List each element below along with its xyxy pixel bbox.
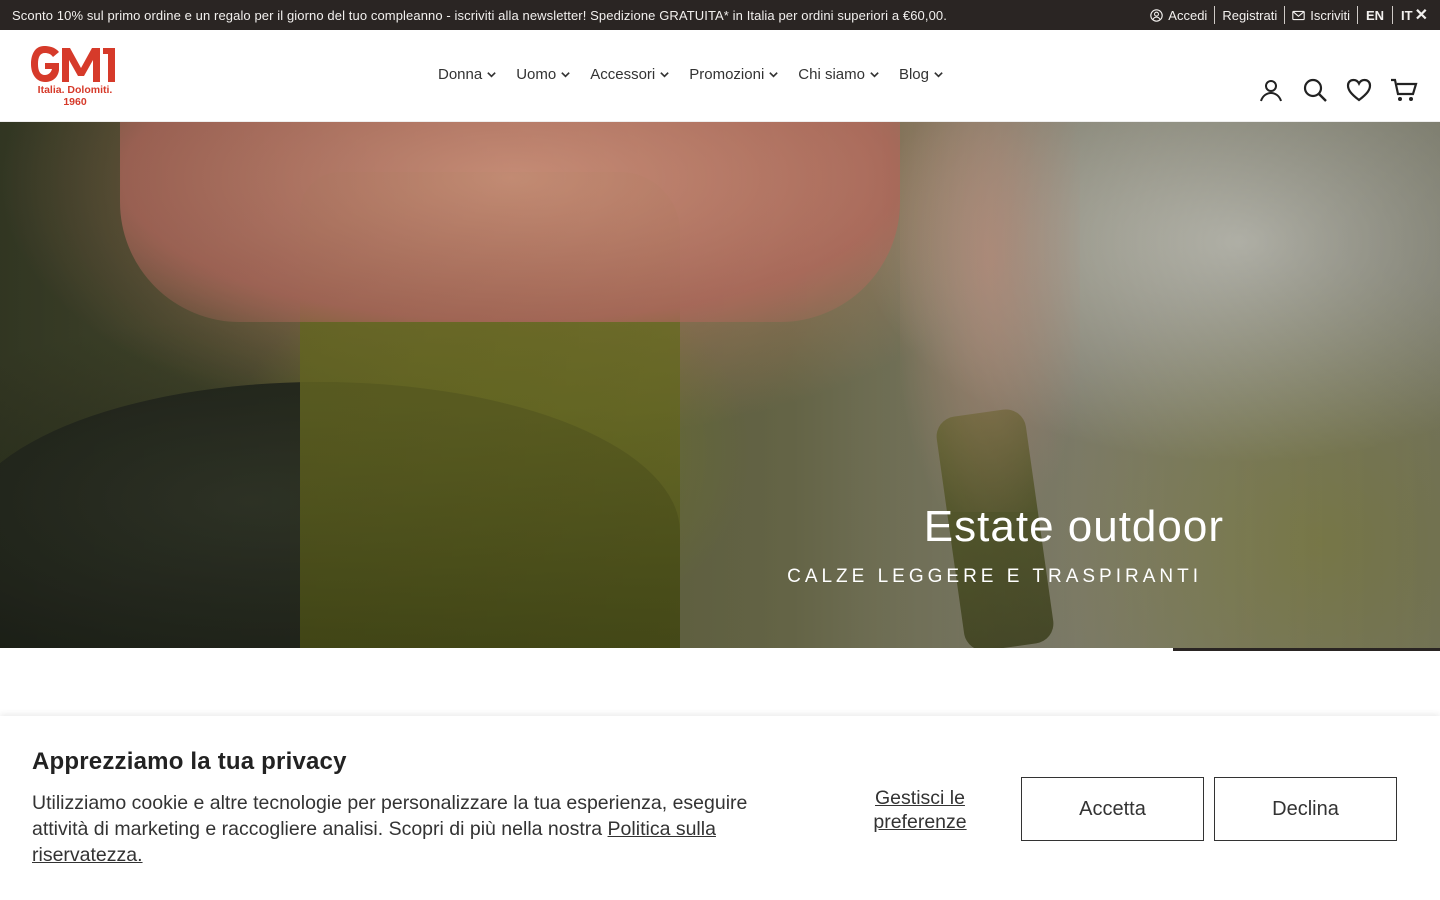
cookie-title: Apprezziamo la tua privacy (32, 748, 347, 775)
nav-label: Chi siamo (798, 66, 865, 83)
nav-label: Donna (438, 66, 483, 83)
login-label: Accedi (1168, 7, 1208, 23)
account-icon[interactable] (1258, 77, 1284, 103)
nav-item-uomo[interactable]: Uomo (516, 66, 571, 83)
nav-label: Uomo (516, 66, 557, 83)
decline-button[interactable]: Declina (1214, 777, 1397, 841)
top-links: Accedi Registrati Iscriviti EN IT ✕ (1143, 0, 1428, 30)
cookie-banner: Apprezziamo la tua privacy Utilizziamo c… (0, 716, 1440, 900)
nav-item-donna[interactable]: Donna (438, 66, 497, 83)
subscribe-label: Iscriviti (1310, 7, 1350, 23)
cart-icon[interactable] (1390, 77, 1418, 103)
brand-logo[interactable]: Italia. Dolomiti. 1960 (29, 44, 121, 110)
main-nav: Donna Uomo Accessori Promozioni Chi siam… (438, 66, 944, 83)
close-icon[interactable]: ✕ (1415, 5, 1428, 25)
manage-preferences-link[interactable]: Gestisci le preferenze (866, 786, 974, 834)
cookie-text: Utilizziamo cookie e altre tecnologie pe… (32, 790, 772, 868)
register-label: Registrati (1222, 7, 1278, 23)
chevron-down-icon (487, 72, 496, 78)
nav-label: Blog (898, 66, 929, 83)
nav-item-accessori[interactable]: Accessori (590, 66, 670, 83)
hero-overlay (0, 122, 1440, 648)
chevron-down-icon (561, 72, 570, 78)
chevron-down-icon (870, 72, 879, 78)
chevron-down-icon (660, 72, 670, 78)
announcement-bar: Sconto 10% sul primo ordine e un regalo … (0, 0, 1440, 30)
site-header: Italia. Dolomiti. 1960 Donna Uomo Access… (0, 30, 1440, 122)
hero-subtitle: CALZE LEGGERE E TRASPIRANTI (787, 566, 1202, 587)
gm-logo-mark (31, 46, 115, 82)
nav-item-blog[interactable]: Blog (899, 66, 944, 83)
header-icons (1258, 77, 1418, 103)
search-icon[interactable] (1302, 77, 1328, 103)
chevron-down-icon (769, 72, 779, 78)
lang-en[interactable]: EN (1358, 6, 1392, 24)
envelope-icon (1292, 10, 1306, 20)
chevron-down-icon (934, 72, 943, 78)
slideshow-progress-bar (1173, 648, 1440, 651)
hero-title: Estate outdoor (923, 502, 1224, 551)
hero-banner[interactable]: Estate outdoor CALZE LEGGERE E TRASPIRAN… (0, 122, 1440, 648)
wishlist-heart-icon[interactable] (1346, 77, 1372, 103)
register-link[interactable]: Registrati (1215, 6, 1284, 24)
nav-item-chi-siamo[interactable]: Chi siamo (798, 66, 880, 83)
accept-button[interactable]: Accetta (1021, 777, 1204, 841)
subscribe-link[interactable]: Iscriviti (1285, 6, 1357, 24)
promo-text: Sconto 10% sul primo ordine e un regalo … (12, 7, 947, 23)
nav-item-promozioni[interactable]: Promozioni (689, 66, 779, 83)
user-circle-icon (1150, 8, 1164, 22)
nav-label: Promozioni (689, 66, 765, 83)
logo-tagline: Italia. Dolomiti. (37, 84, 113, 96)
nav-label: Accessori (590, 66, 656, 83)
login-link[interactable]: Accedi (1143, 6, 1214, 24)
logo-year: 1960 (63, 96, 87, 108)
